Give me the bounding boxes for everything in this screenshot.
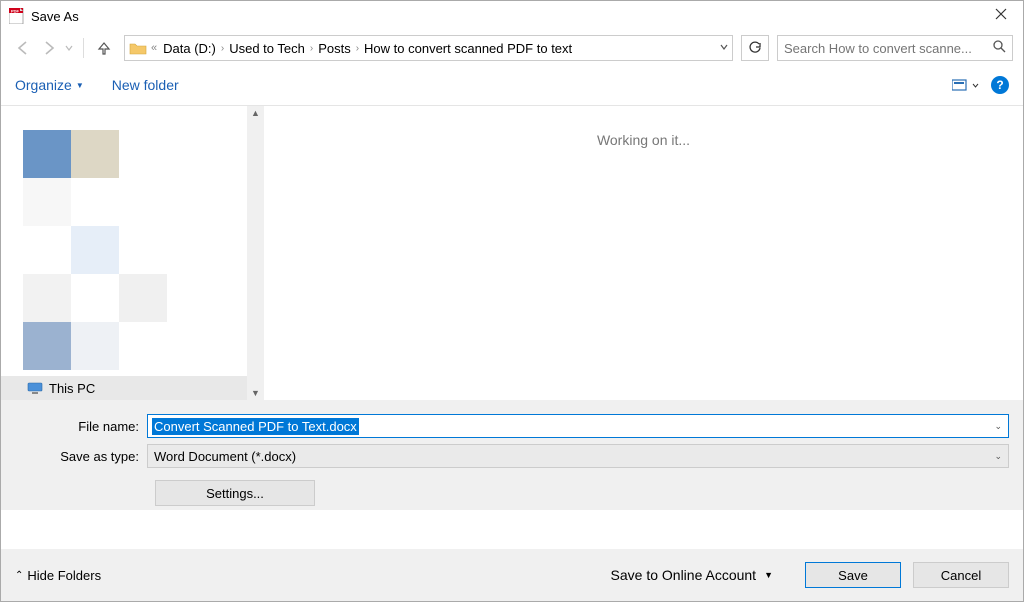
type-select[interactable]: Word Document (*.docx) ⌄ [147,444,1009,468]
chevron-down-icon: ▼ [76,81,84,90]
hide-folders-label: Hide Folders [27,568,101,583]
back-button[interactable] [11,36,35,60]
filename-input[interactable]: Convert Scanned PDF to Text.docx ⌄ [147,414,1009,438]
content-area: Working on it... [264,106,1023,400]
organize-label: Organize [15,77,72,93]
title-bar: PDF Save As [1,1,1023,31]
recent-dropdown[interactable] [63,36,75,60]
folder-icon [129,41,147,55]
search-box[interactable] [777,35,1013,61]
refresh-button[interactable] [741,35,769,61]
scroll-up-icon[interactable]: ▲ [251,108,260,118]
cancel-button[interactable]: Cancel [913,562,1009,588]
sidebar-item-label: This PC [49,381,95,396]
type-value: Word Document (*.docx) [154,449,296,464]
search-icon[interactable] [993,40,1006,56]
form-area: File name: Convert Scanned PDF to Text.d… [1,400,1023,510]
svg-text:PDF: PDF [11,9,20,14]
overflow-chevrons[interactable]: « [151,42,157,54]
new-folder-button[interactable]: New folder [112,77,179,93]
filename-label: File name: [15,419,147,434]
chevron-up-icon: ⌃ [15,570,23,581]
main-area: This PC ▲ ▼ Working on it... [1,105,1023,400]
close-icon[interactable] [987,5,1015,27]
breadcrumb-dropdown[interactable] [720,43,728,54]
app-icon: PDF [9,8,25,24]
loading-text: Working on it... [597,132,690,148]
thispc-icon [27,382,43,394]
footer: ⌃ Hide Folders Save to Online Account ▼ … [1,549,1023,601]
settings-button[interactable]: Settings... [155,480,315,506]
forward-button[interactable] [37,36,61,60]
help-button[interactable]: ? [991,76,1009,94]
toolbar: Organize ▼ New folder ? [1,65,1023,105]
type-label: Save as type: [15,449,147,464]
search-input[interactable] [784,41,993,56]
filename-dropdown[interactable]: ⌄ [988,421,1008,432]
window-title: Save As [31,9,79,24]
breadcrumb-item[interactable]: Used to Tech [225,41,309,56]
organize-button[interactable]: Organize ▼ [15,77,84,93]
breadcrumb-item[interactable]: Data (D:) [159,41,220,56]
breadcrumb-item[interactable]: How to convert scanned PDF to text [360,41,576,56]
chevron-down-icon: ⌄ [994,451,1002,462]
breadcrumb-item[interactable]: Posts [314,41,355,56]
sidebar: This PC [1,106,247,400]
chevron-down-icon: ▼ [764,570,773,580]
save-online-button[interactable]: Save to Online Account ▼ [611,567,773,583]
breadcrumb[interactable]: « Data (D:) › Used to Tech › Posts › How… [124,35,733,61]
sidebar-item-thispc[interactable]: This PC [1,376,247,400]
nav-bar: « Data (D:) › Used to Tech › Posts › How… [1,31,1023,65]
sidebar-scrollbar[interactable]: ▲ ▼ [247,106,264,400]
save-button[interactable]: Save [805,562,901,588]
filename-value[interactable]: Convert Scanned PDF to Text.docx [152,418,359,435]
view-mode-button[interactable] [951,74,979,96]
up-button[interactable] [92,36,116,60]
save-online-label: Save to Online Account [611,567,757,583]
scroll-down-icon[interactable]: ▼ [251,388,260,398]
hide-folders-button[interactable]: ⌃ Hide Folders [15,568,101,583]
